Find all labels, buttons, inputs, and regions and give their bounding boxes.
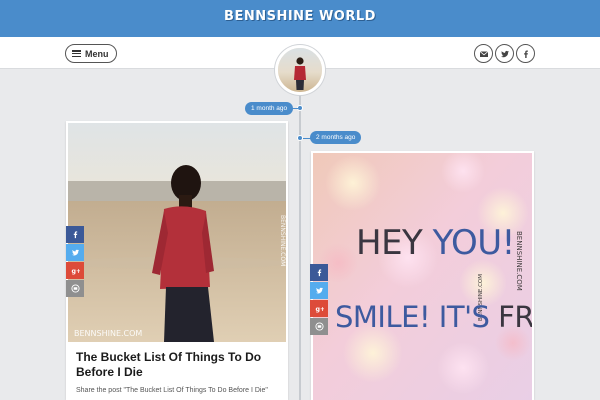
timeline-date-2: 2 months ago [310,131,362,144]
site-header: BENNSHINE WORLD [0,0,600,37]
image-text-hey: HEY [356,223,433,263]
email-icon [479,50,488,57]
timeline-date-1: 1 month ago [245,102,294,115]
image-headline-line1: HEY YOU! [356,223,515,263]
author-avatar[interactable] [275,45,325,95]
facebook-icon [523,50,528,58]
image-text-you: YOU! [432,223,516,263]
twitter-icon [500,50,509,57]
post-title[interactable]: The Bucket List Of Things To Do Before I… [76,350,286,380]
post-image[interactable]: BENNSHINE.COM BENNSHINE.COM HEY YOU! SMI… [313,153,532,400]
google-plus-icon: g+ [315,306,324,313]
watermark-1: BENNSHINE.COM [74,329,142,338]
share-email-button[interactable] [66,280,84,297]
image-text-free: FREE! [498,300,532,334]
email-icon [70,284,80,293]
post-photo: BENNSHINE.COM BENNSHINE.COM [68,123,286,342]
image-text-smile: SMILE! IT'S [335,300,499,334]
hamburger-icon [72,50,81,57]
share-twitter-button[interactable] [66,244,84,261]
facebook-icon [317,269,321,277]
share-google-plus-button[interactable]: g+ [310,300,328,317]
email-icon [314,322,324,331]
svg-text:g+: g+ [71,268,80,275]
share-twitter-button[interactable] [310,282,328,299]
timeline-connector-1 [288,108,298,109]
post-image[interactable]: BENNSHINE.COM BENNSHINE.COM [68,123,286,342]
twitter-icon [71,249,79,256]
watermark-2-vertical: BENNSHINE.COM [515,231,523,291]
share-google-plus-button[interactable]: g+ [66,262,84,279]
post-excerpt: Share the post "The Bucket List Of Thing… [76,387,268,394]
share-facebook-button[interactable] [66,226,84,243]
share-email-button[interactable] [310,318,328,335]
menu-button-label: Menu [85,48,109,59]
post-bokeh-image: BENNSHINE.COM BENNSHINE.COM [313,153,532,400]
author-avatar-image [278,48,322,92]
share-facebook-button[interactable] [310,264,328,281]
google-plus-icon: g+ [71,268,80,275]
facebook-icon [73,231,77,239]
watermark-1-vertical: BENNSHINE.COM [279,215,286,266]
timeline-connector-2 [303,138,311,139]
image-headline-line2: SMILE! IT'S FREE! [335,300,532,334]
site-title[interactable]: BENNSHINE WORLD [0,9,600,24]
email-social-button[interactable] [474,44,493,63]
twitter-social-button[interactable] [495,44,514,63]
svg-text:g+: g+ [315,306,324,313]
menu-button[interactable]: Menu [65,44,117,63]
twitter-icon [315,287,323,294]
facebook-social-button[interactable] [516,44,535,63]
